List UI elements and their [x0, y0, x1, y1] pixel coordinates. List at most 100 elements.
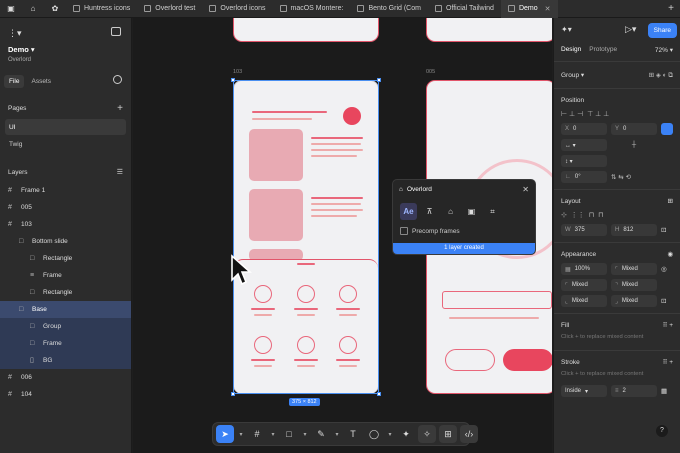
- draw-mode-icon[interactable]: ✧: [418, 425, 436, 443]
- tab-1[interactable]: Overlord test: [137, 0, 202, 18]
- move-tool-icon[interactable]: ➤: [216, 425, 234, 443]
- search-icon[interactable]: [113, 75, 122, 84]
- horizontal-constraint[interactable]: ↔ ▾: [561, 139, 607, 151]
- help-icon[interactable]: ?: [656, 425, 668, 437]
- fill-add-icons[interactable]: ⠿ +: [663, 321, 673, 329]
- layer-row[interactable]: ▯ BG: [0, 352, 131, 369]
- page-item[interactable]: Twig: [5, 136, 126, 152]
- present-icon[interactable]: ▷▾: [625, 24, 636, 35]
- design-mode-icon[interactable]: ⊞: [439, 425, 457, 443]
- layer-tool-icon[interactable]: ⌂: [442, 203, 459, 220]
- stroke-width-field[interactable]: ≡ 2: [611, 385, 657, 397]
- tab-5[interactable]: Official Tailwind: [428, 0, 501, 18]
- tab-6[interactable]: Demo ✕: [500, 0, 558, 18]
- chevron-down-icon[interactable]: ▾: [386, 425, 394, 443]
- rotation-field[interactable]: ∟ 0°: [561, 171, 607, 183]
- radius-br-field[interactable]: ⌟ Mixed: [611, 295, 657, 307]
- layer-row[interactable]: □ Group: [0, 318, 131, 335]
- actions-tool-icon[interactable]: ✦: [397, 425, 415, 443]
- constraint-widget[interactable]: ┼: [611, 139, 657, 151]
- height-field[interactable]: H 812: [611, 224, 657, 236]
- layer-row[interactable]: □ Rectangle: [0, 250, 131, 267]
- y-field[interactable]: Y0: [611, 123, 657, 135]
- layer-row[interactable]: ≡ Frame: [0, 267, 131, 284]
- precomp-checkbox[interactable]: [400, 227, 408, 235]
- frame-tool-icon[interactable]: #: [248, 425, 266, 443]
- new-tab-button[interactable]: +: [662, 3, 680, 14]
- layer-row[interactable]: □ Base: [0, 301, 131, 318]
- width-field[interactable]: W 375: [561, 224, 607, 236]
- zoom-level[interactable]: 72% ▾: [655, 46, 673, 54]
- rectangle-tool-icon[interactable]: □: [280, 425, 298, 443]
- layer-row[interactable]: #103: [0, 216, 131, 233]
- close-icon[interactable]: ✕: [522, 185, 529, 194]
- sidebar-toggle-icon[interactable]: ▣: [0, 4, 22, 13]
- blend-mode-icon[interactable]: ◎: [661, 265, 673, 273]
- chevron-down-icon[interactable]: ▾: [333, 425, 341, 443]
- close-tab-icon[interactable]: ✕: [545, 5, 551, 13]
- home-icon[interactable]: ⌂: [22, 4, 44, 13]
- x-field[interactable]: X0: [561, 123, 607, 135]
- frame-label-005[interactable]: 005: [426, 69, 435, 75]
- frame-top-right[interactable]: [426, 18, 552, 42]
- resize-mode-icon[interactable]: ⊡: [661, 226, 673, 234]
- independent-corners-icon[interactable]: ⊡: [661, 297, 673, 305]
- main-menu-icon[interactable]: ⋮▾: [8, 28, 22, 39]
- tab-design[interactable]: Design: [561, 46, 581, 53]
- layers-options-icon[interactable]: ☰: [117, 168, 123, 176]
- frame-tool-icon[interactable]: ▣: [463, 203, 480, 220]
- dev-mode-icon[interactable]: ‹/›: [460, 425, 478, 443]
- chevron-down-icon[interactable]: ▾: [301, 425, 309, 443]
- tab-4[interactable]: Bento Grid (Com: [350, 0, 428, 18]
- layer-row[interactable]: □ Bottom slide: [0, 233, 131, 250]
- radius-bl-field[interactable]: ⌞ Mixed: [561, 295, 607, 307]
- frame-label-103[interactable]: 103: [233, 69, 242, 75]
- multiplayer-icon[interactable]: ✦▾: [561, 25, 572, 34]
- boolean-icons[interactable]: ⊞ ◈ ◐ ⧉: [649, 71, 673, 80]
- resize-handle-bl[interactable]: [231, 392, 235, 396]
- corner-radius-field[interactable]: ⌜ Mixed: [611, 263, 657, 275]
- export-tool-icon[interactable]: ⊼: [421, 203, 438, 220]
- radius-tl-field[interactable]: ⌜ Mixed: [561, 279, 607, 291]
- project-name[interactable]: Demo ▾: [8, 45, 35, 54]
- tab-2[interactable]: Overlord icons: [202, 0, 272, 18]
- chevron-down-icon[interactable]: ▾: [269, 425, 277, 443]
- flip-icons[interactable]: ⇅ ⇆ ⟲: [611, 173, 657, 181]
- layer-row[interactable]: #104: [0, 386, 131, 403]
- tab-file[interactable]: File: [4, 74, 25, 88]
- tab-3[interactable]: macOS Montere:: [273, 0, 351, 18]
- layer-row[interactable]: □ Rectangle: [0, 284, 131, 301]
- share-button[interactable]: Share: [647, 23, 677, 38]
- text-tool-icon[interactable]: T: [344, 425, 362, 443]
- tab-prototype[interactable]: Prototype: [589, 46, 617, 53]
- auto-layout-icon[interactable]: ⊞: [668, 197, 673, 205]
- align-icons[interactable]: ⊢ ⊥ ⊣ ⊤ ⊥ ⊥: [554, 107, 680, 121]
- stroke-sides-icon[interactable]: ▦: [661, 387, 673, 395]
- pen-tool-icon[interactable]: ✎: [312, 425, 330, 443]
- comment-tool-icon[interactable]: ◯: [365, 425, 383, 443]
- selection-type-dropdown[interactable]: Group ▾: [561, 71, 584, 79]
- tab-assets[interactable]: Assets: [26, 75, 56, 88]
- page-item[interactable]: UI: [5, 119, 126, 135]
- layout-icons[interactable]: ⊹ ⋮⋮ ⊓ ⊓: [554, 208, 680, 222]
- radius-tr-field[interactable]: ⌝ Mixed: [611, 279, 657, 291]
- layer-row[interactable]: #006: [0, 369, 131, 386]
- resize-handle-tr[interactable]: [377, 78, 381, 82]
- resize-handle-tl[interactable]: [231, 78, 235, 82]
- community-icon[interactable]: ✿: [44, 4, 66, 13]
- chevron-down-icon[interactable]: ▾: [237, 425, 245, 443]
- vertical-constraint[interactable]: ↕ ▾: [561, 155, 607, 167]
- layer-row[interactable]: □ Frame: [0, 335, 131, 352]
- layer-row[interactable]: #005: [0, 199, 131, 216]
- tab-0[interactable]: Huntress icons: [66, 0, 137, 18]
- add-page-button[interactable]: +: [117, 103, 123, 114]
- after-effects-button[interactable]: Ae: [400, 203, 417, 220]
- crop-tool-icon[interactable]: ⌗: [484, 203, 501, 220]
- stroke-position-dropdown[interactable]: Inside ▾: [561, 385, 607, 397]
- frame-top-left[interactable]: [233, 18, 379, 42]
- visibility-icon[interactable]: ◉: [667, 250, 673, 258]
- opacity-field[interactable]: ▦ 100%: [561, 263, 607, 275]
- layer-row[interactable]: # Frame 1: [0, 182, 131, 199]
- panel-layout-icon[interactable]: [111, 27, 121, 36]
- constraints-toggle-icon[interactable]: [661, 123, 673, 135]
